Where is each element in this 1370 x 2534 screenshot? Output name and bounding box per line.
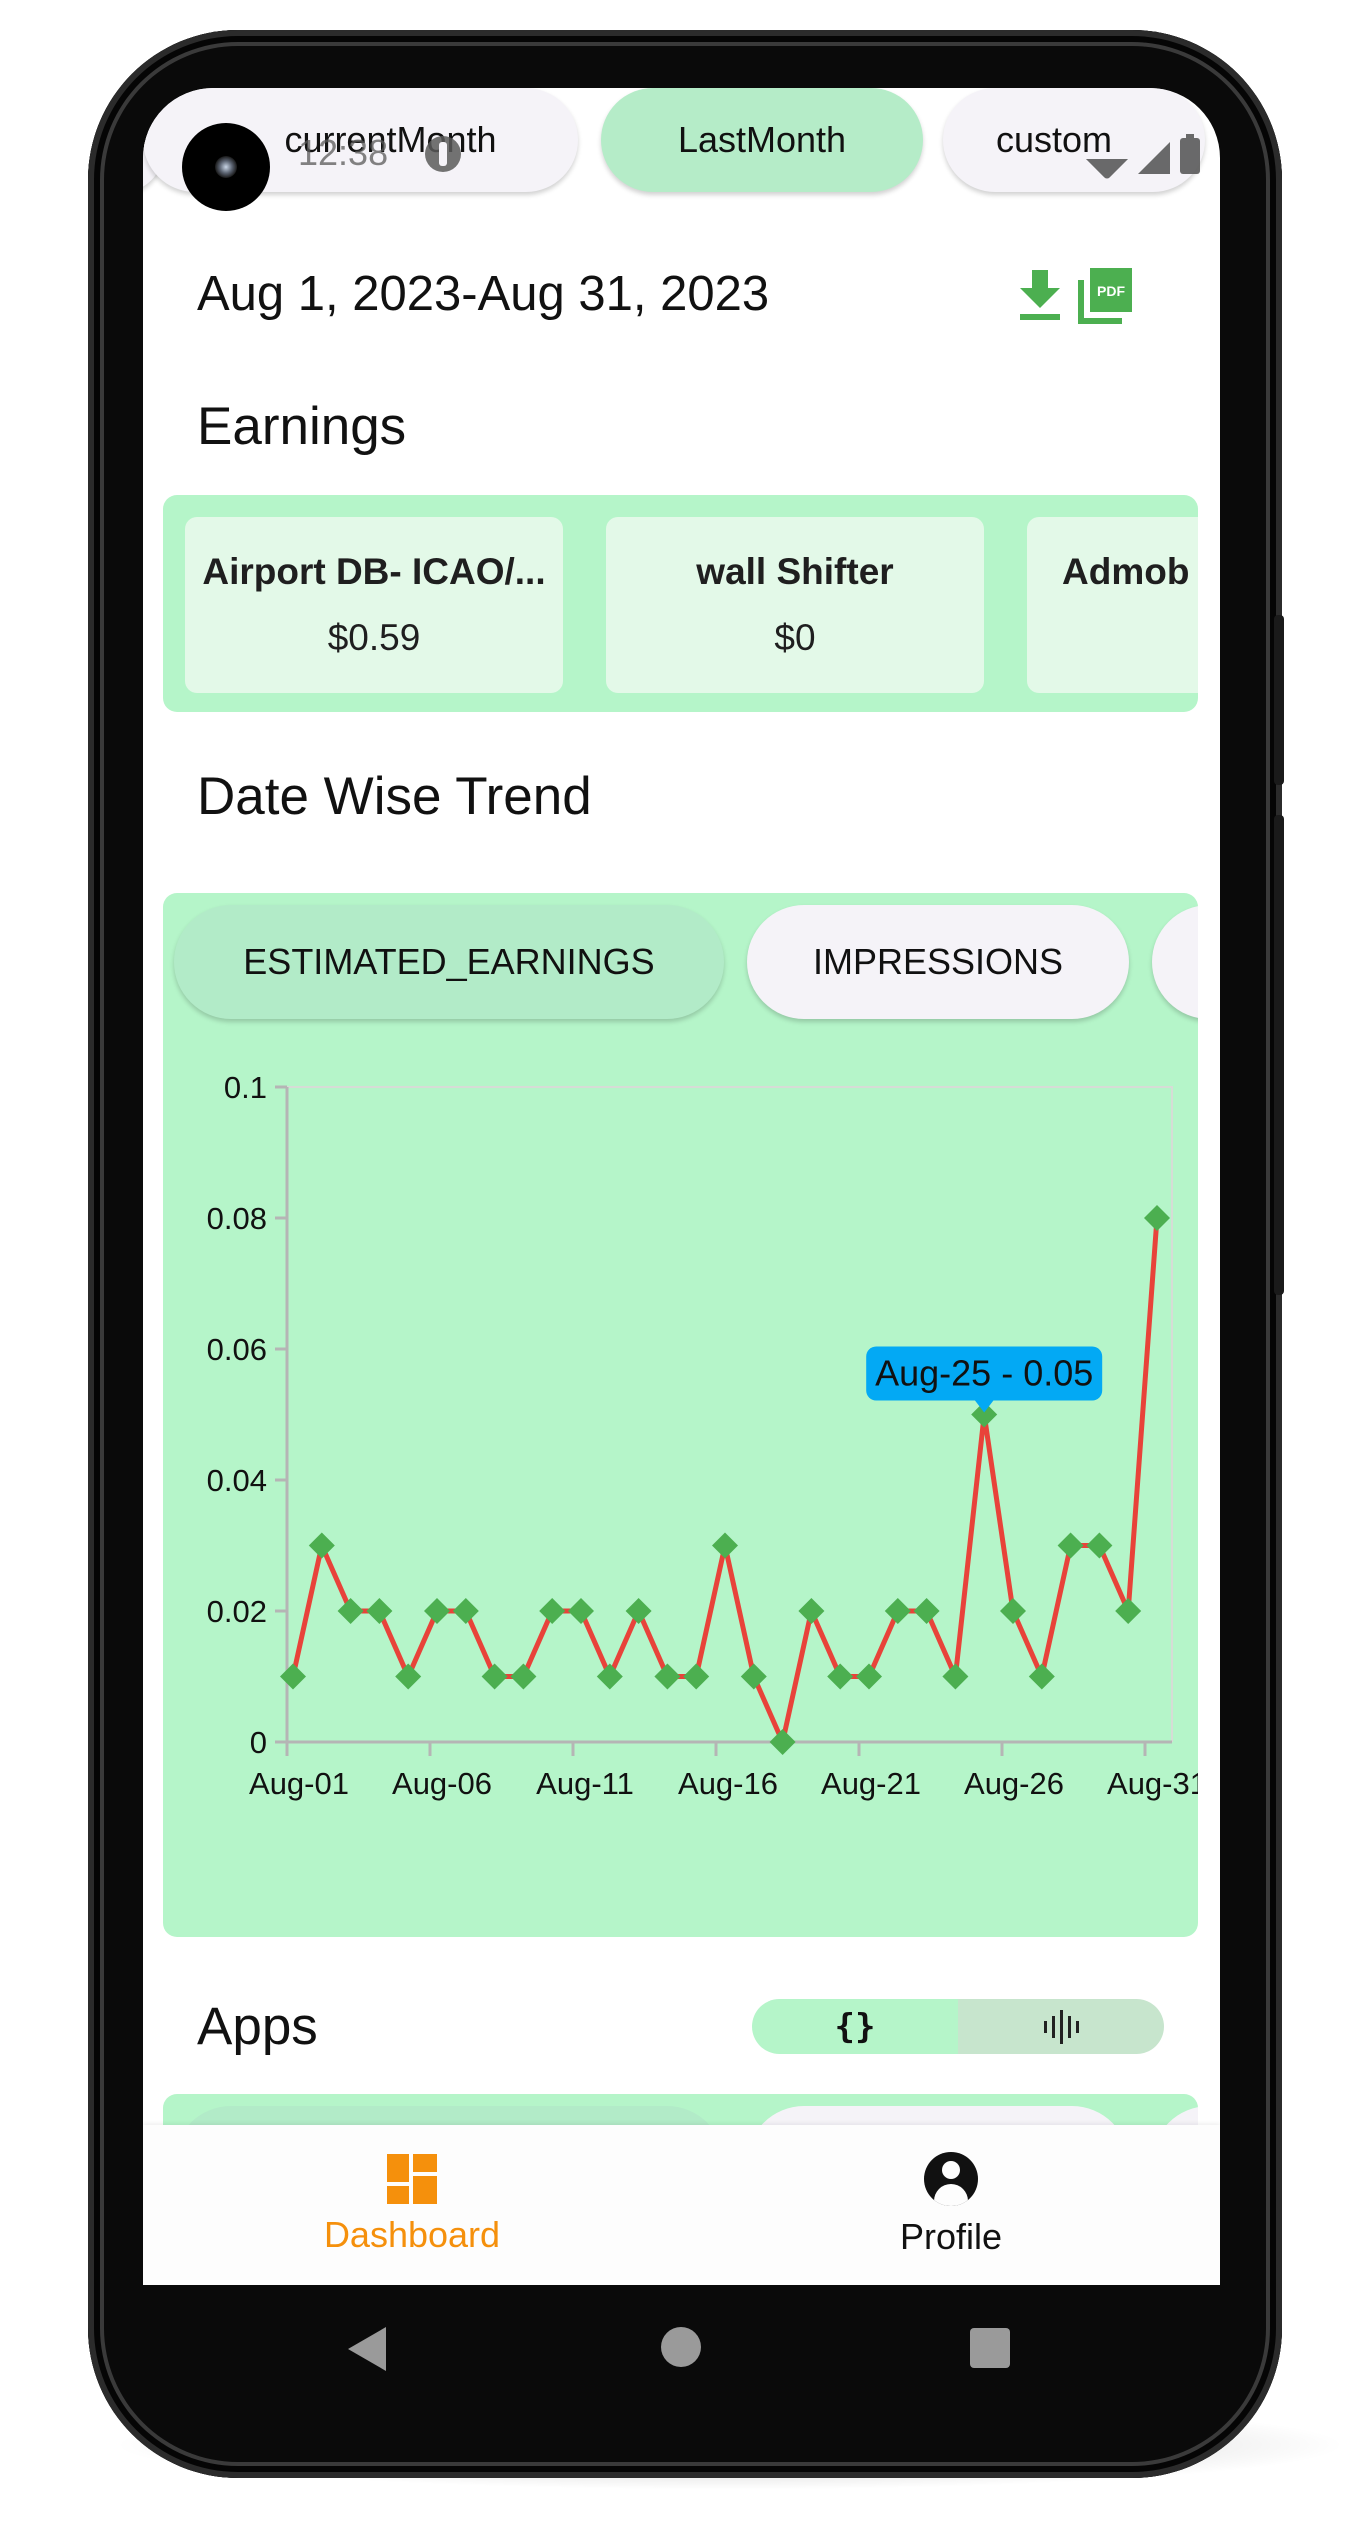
earnings-card-value: $0.59 [327,617,421,658]
x-tick-label: Aug-26 [964,1766,1064,1801]
period-tab-last-month[interactable]: LastMonth [601,88,923,192]
x-tick-label: Aug-16 [678,1766,778,1801]
app-screen: currentMonth LastMonth custom 12:38 Aug … [143,88,1220,2285]
y-tick-label: 0.06 [207,1332,267,1367]
data-point-marker [1115,1598,1142,1624]
earnings-carousel[interactable]: Airport DB- ICAO/... $0.59 wall Shifter … [163,495,1198,712]
data-point-marker [884,1598,911,1624]
data-point-marker [481,1663,508,1690]
earnings-card[interactable]: wall Shifter $0 [606,517,984,693]
nav-profile-label: Profile [899,2216,1003,2257]
earnings-card[interactable]: Admob $0 [1027,517,1198,693]
data-point-marker [769,1729,796,1755]
nav-dashboard[interactable]: Dashboard [143,2125,681,2285]
earnings-card-app-name: Admob [1062,551,1190,592]
data-point-marker [827,1663,854,1690]
data-point-marker [568,1598,594,1624]
x-tick-label: Aug-31 [1107,1766,1198,1801]
x-tick-label: Aug-21 [821,1766,921,1801]
earnings-card-value: $0 [774,617,816,658]
y-tick-label: 0.02 [207,1594,267,1629]
data-point-marker [740,1663,767,1690]
volume-button [1274,815,1284,1295]
data-point-marker [712,1532,738,1559]
tooltip-label: Aug-25 - 0.05 [875,1353,1093,1394]
legend-label: ESTIMATED_EARNINGS [507,1935,884,1937]
earnings-card-app-name: Airport DB- ICAO/... [202,551,546,592]
download-icon[interactable] [1018,270,1062,322]
dashboard-icon [387,2154,437,2204]
status-icons [1092,134,1200,174]
data-point-marker [308,1532,335,1559]
trend-chart-card: ESTIMATED_EARNINGS IMPRESSIONS 0 0.02 0.04… [163,893,1198,1937]
back-icon[interactable] [348,2327,386,2371]
waveform-icon [1043,2009,1079,2044]
data-point-marker [625,1598,652,1624]
do-not-disturb-icon [425,136,461,172]
data-point-marker [539,1598,566,1624]
data-point-marker [366,1598,393,1624]
cell-signal-icon [1138,142,1170,174]
data-point-marker [654,1663,681,1690]
data-point-marker [1144,1205,1170,1231]
earnings-title: Earnings [197,397,407,456]
power-button [1274,615,1284,785]
pdf-icon[interactable]: PDF [1076,268,1132,326]
date-wise-trend-title: Date Wise Trend [197,767,592,826]
data-point-marker [395,1663,422,1690]
toggle-waveform-view[interactable] [958,1999,1164,2054]
earnings-card[interactable]: Airport DB- ICAO/... $0.59 [185,517,563,693]
data-point-marker [1086,1532,1113,1559]
data-point-marker [913,1598,940,1624]
data-point-marker [798,1598,825,1624]
y-tick-label: 0.1 [224,1070,267,1105]
nav-profile[interactable]: Profile [682,2125,1220,2285]
y-tick-label: 0 [250,1725,267,1760]
series-line [290,1217,1160,1751]
apps-title: Apps [197,1997,318,2056]
data-point-marker [424,1598,450,1624]
earnings-line-chart[interactable]: 0 0.02 0.04 0.06 0.08 0.1 Aug-01 Aug-06 Aug-11 Au… [163,893,1198,1937]
period-tab-label: LastMonth [677,119,847,160]
bottom-navigation: Dashboard Profile [143,2125,1220,2285]
x-tick-label: Aug-01 [249,1766,349,1801]
earnings-card-value: $0 [1062,617,1198,659]
data-point-marker [280,1663,306,1690]
x-tick-label: Aug-06 [392,1766,492,1801]
data-point-marker [942,1663,969,1690]
data-point-marker [510,1663,537,1690]
date-range: Aug 1, 2023-Aug 31, 2023 [197,267,770,321]
account-circle-icon [924,2152,978,2206]
pdf-badge-text: PDF [1097,283,1125,299]
camera-cutout [182,123,270,211]
home-icon[interactable] [661,2327,701,2367]
data-point-marker [596,1663,623,1690]
data-point-marker [683,1663,710,1690]
data-point-marker [856,1663,882,1690]
status-time: 12:38 [298,132,389,173]
data-point-marker [337,1598,364,1624]
data-point-marker [1000,1598,1026,1624]
system-navigation-bar [143,2285,1220,2395]
camera-lens [215,156,237,178]
y-tick-label: 0.04 [207,1463,267,1498]
wifi-icon [1086,138,1128,180]
toggle-code-view[interactable]: {} [752,1999,958,2054]
data-point-marker [1057,1532,1084,1559]
x-tick-label: Aug-11 [536,1766,634,1801]
data-point-marker [452,1598,479,1624]
y-tick-label: 0.08 [207,1201,267,1236]
data-point-marker [1028,1663,1055,1690]
battery-icon [1180,134,1200,174]
plot-border [287,1086,1173,1742]
nav-dashboard-label: Dashboard [323,2214,501,2255]
earnings-card-app-name: wall Shifter [696,551,894,592]
recent-apps-icon[interactable] [970,2328,1010,2368]
code-braces-icon: {} [834,2006,876,2047]
apps-view-toggle[interactable]: {} [752,1999,1164,2054]
